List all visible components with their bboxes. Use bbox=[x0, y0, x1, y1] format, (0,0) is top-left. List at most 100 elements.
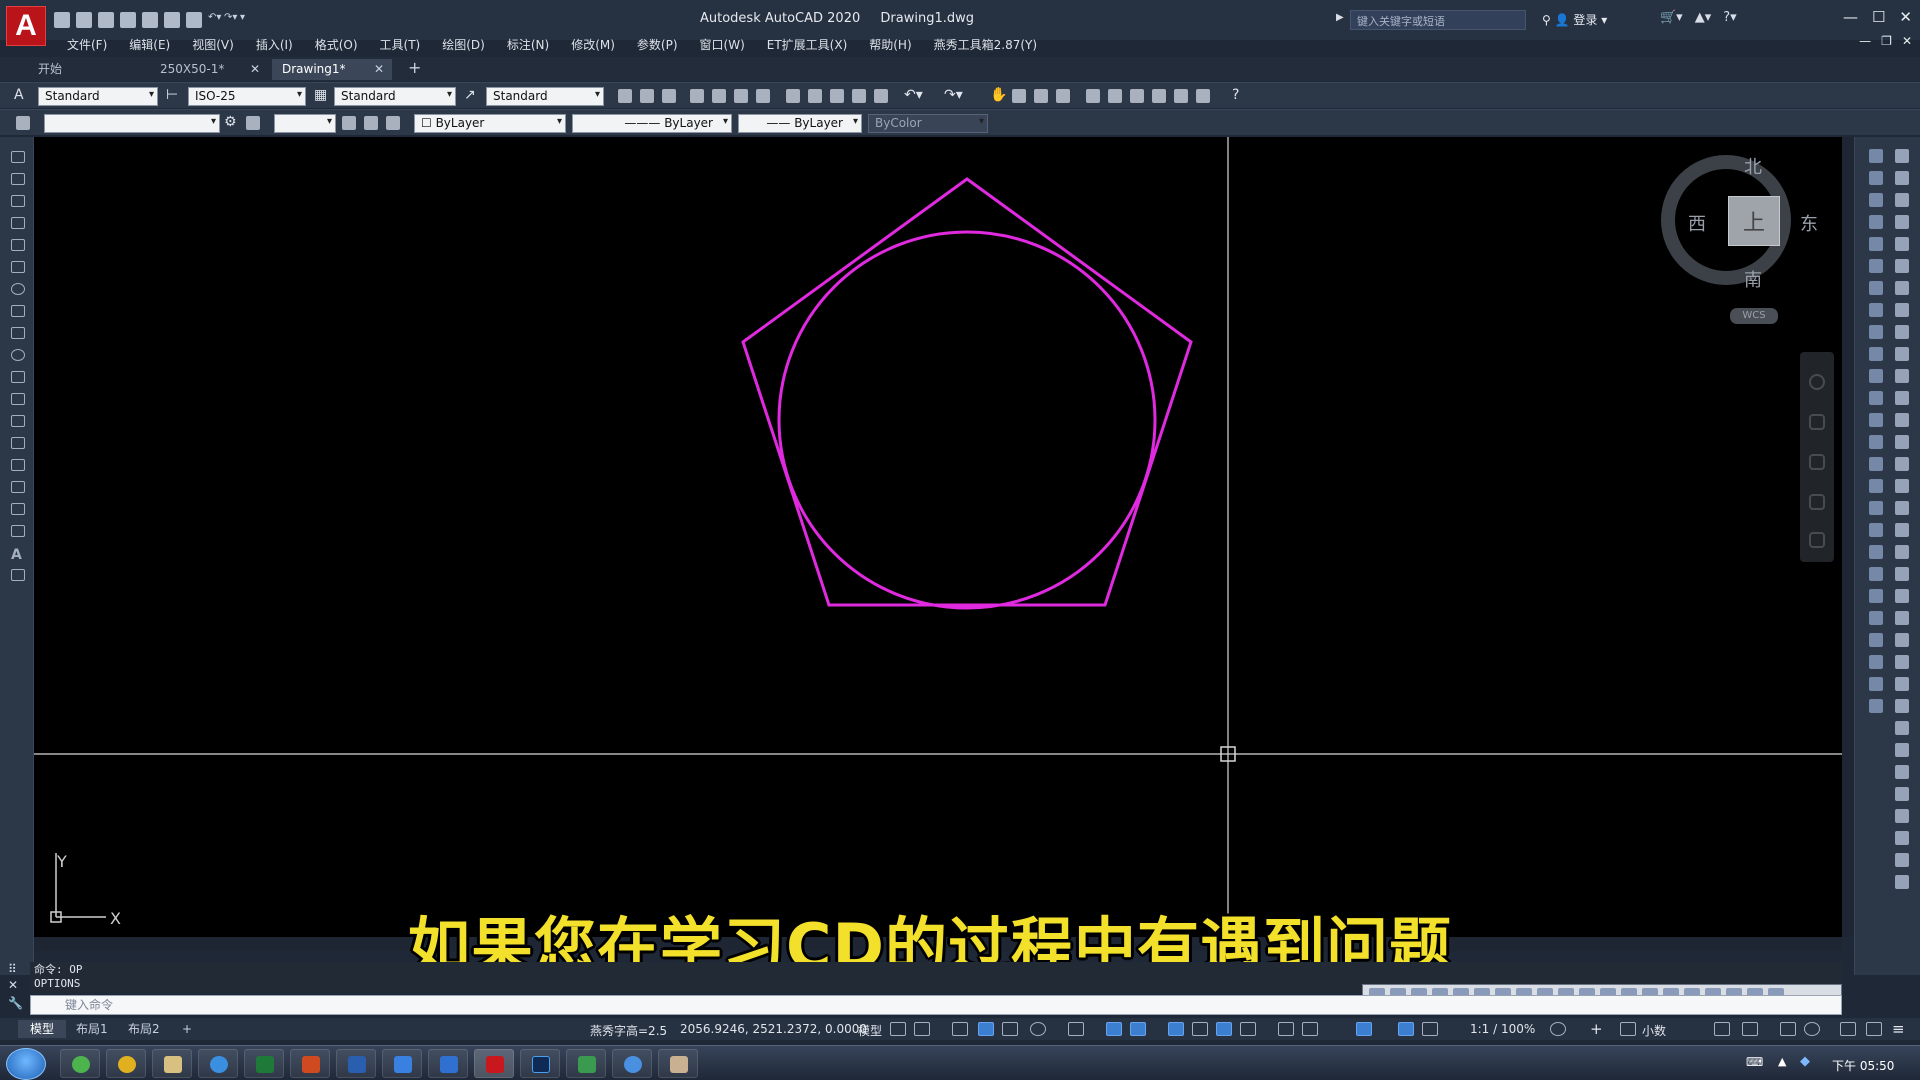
pan-icon[interactable] bbox=[1809, 414, 1825, 430]
linetype-dropdown[interactable]: ——— ByLayer bbox=[572, 114, 732, 133]
selection-cycling-icon[interactable] bbox=[1216, 1022, 1232, 1036]
design-center-icon[interactable] bbox=[1108, 89, 1122, 103]
pentagon-shape[interactable] bbox=[741, 177, 1193, 607]
break-icon[interactable] bbox=[1869, 413, 1883, 427]
search-expand-icon[interactable]: ▶ bbox=[1336, 12, 1344, 23]
fillet-icon[interactable] bbox=[1869, 479, 1883, 493]
yanxiu-tool-icon[interactable] bbox=[1895, 391, 1909, 405]
paste-icon[interactable] bbox=[830, 89, 844, 103]
match-icon[interactable] bbox=[1869, 567, 1883, 581]
yanxiu-tool-icon[interactable] bbox=[1895, 875, 1909, 889]
menu-help[interactable]: 帮助(H) bbox=[858, 36, 922, 56]
model-space-button[interactable]: 模型 bbox=[858, 1022, 882, 1039]
yanxiu-tool-icon[interactable] bbox=[1895, 281, 1909, 295]
showmotion-icon[interactable] bbox=[1809, 532, 1825, 548]
table-style-icon[interactable]: ▦ bbox=[314, 87, 327, 103]
menu-view[interactable]: 视图(V) bbox=[181, 36, 245, 56]
layer-properties-icon[interactable] bbox=[16, 116, 30, 130]
tab-layout2[interactable]: 布局2 bbox=[116, 1020, 172, 1038]
line-icon[interactable] bbox=[11, 151, 25, 163]
yanxiu-tool-icon[interactable] bbox=[1895, 413, 1909, 427]
join-icon[interactable] bbox=[1869, 435, 1883, 449]
yanxiu-tool-icon[interactable] bbox=[1895, 699, 1909, 713]
taskbar-app-autocad[interactable] bbox=[474, 1049, 514, 1078]
taskbar-app-explorer[interactable] bbox=[152, 1049, 192, 1078]
chamfer-icon[interactable] bbox=[1869, 457, 1883, 471]
color-dropdown[interactable]: ☐ ByLayer bbox=[414, 114, 566, 133]
coordinates-readout[interactable]: 2056.9246, 2521.2372, 0.0000 bbox=[680, 1022, 867, 1036]
move-icon[interactable] bbox=[1869, 259, 1883, 273]
lineweight-icon[interactable] bbox=[1168, 1022, 1184, 1036]
search-input[interactable]: 键入关键字或短语 bbox=[1350, 10, 1526, 30]
snap-icon[interactable] bbox=[914, 1022, 930, 1036]
menu-parametric[interactable]: 参数(P) bbox=[626, 36, 689, 56]
vertical-scrollbar[interactable] bbox=[1842, 137, 1854, 937]
units-dropdown[interactable]: 小数 bbox=[1642, 1022, 1666, 1039]
chevron-down-icon[interactable]: ▾ bbox=[1601, 13, 1607, 27]
text-style-icon[interactable]: A bbox=[14, 87, 24, 103]
taskbar-app-feather[interactable] bbox=[382, 1049, 422, 1078]
tab-model[interactable]: 模型 bbox=[18, 1020, 67, 1038]
orbit-icon[interactable] bbox=[1809, 494, 1825, 510]
block-editor-icon[interactable] bbox=[874, 89, 888, 103]
tool-palettes-icon[interactable] bbox=[1130, 89, 1144, 103]
maximize-icon[interactable]: ☐ bbox=[1872, 8, 1885, 26]
blend-icon[interactable] bbox=[1869, 501, 1883, 515]
yanxiu-tool-icon[interactable] bbox=[1895, 677, 1909, 691]
polygon-icon[interactable] bbox=[11, 217, 25, 229]
quickcalc-icon[interactable] bbox=[1196, 89, 1210, 103]
text-style-dropdown[interactable]: Standard bbox=[38, 87, 158, 106]
help-icon[interactable]: ?▾ bbox=[1723, 10, 1736, 25]
yanxiu-tool-icon[interactable] bbox=[1895, 501, 1909, 515]
grip-icon[interactable]: ⠿ bbox=[8, 962, 28, 976]
menu-yanxiu-tools[interactable]: 燕秀工具箱2.87(Y) bbox=[923, 36, 1048, 56]
group-icon[interactable] bbox=[1869, 589, 1883, 603]
yanxiu-tool-icon[interactable] bbox=[1895, 193, 1909, 207]
rotate-icon[interactable] bbox=[1869, 281, 1883, 295]
gizmo-icon[interactable] bbox=[1356, 1022, 1372, 1036]
3d-osnap-icon[interactable] bbox=[1240, 1022, 1256, 1036]
yanxiu-tool-icon[interactable] bbox=[1895, 809, 1909, 823]
redo-icon[interactable]: ↷▾ bbox=[944, 87, 963, 103]
polyline-icon[interactable] bbox=[11, 195, 25, 207]
redo-icon[interactable]: ↷▾ bbox=[224, 12, 237, 28]
dim-style-icon[interactable]: ⊢ bbox=[166, 87, 178, 103]
array-icon[interactable] bbox=[1869, 237, 1883, 251]
compass-east-label[interactable]: 东 bbox=[1800, 210, 1818, 236]
transparency-icon[interactable] bbox=[1192, 1022, 1208, 1036]
close-icon[interactable]: ✕ bbox=[1899, 8, 1912, 26]
markup-icon[interactable] bbox=[1174, 89, 1188, 103]
tray-expand-icon[interactable]: ▲ bbox=[1778, 1055, 1786, 1068]
taskbar-app-browser[interactable] bbox=[612, 1049, 652, 1078]
steering-wheel-icon[interactable] bbox=[1809, 374, 1825, 390]
quick-properties-icon[interactable] bbox=[1714, 1022, 1730, 1036]
stretch-icon[interactable] bbox=[1869, 325, 1883, 339]
plot-icon[interactable] bbox=[690, 89, 704, 103]
open-from-web-icon[interactable] bbox=[142, 12, 158, 28]
viewcube-top-face[interactable]: 上 bbox=[1728, 196, 1780, 246]
save-as-icon[interactable] bbox=[120, 12, 136, 28]
taskbar-app-word[interactable] bbox=[336, 1049, 376, 1078]
application-menu-button[interactable]: A bbox=[6, 6, 46, 46]
circle-icon[interactable] bbox=[11, 283, 25, 295]
table-style-dropdown[interactable]: Standard bbox=[334, 87, 456, 106]
erase-icon[interactable] bbox=[1869, 149, 1883, 163]
yanxiu-tool-icon[interactable] bbox=[1895, 743, 1909, 757]
insert-block-icon[interactable] bbox=[11, 393, 25, 405]
annotation-visibility-icon[interactable] bbox=[1398, 1022, 1414, 1036]
new-tab-plus-icon[interactable]: + bbox=[408, 58, 421, 77]
layer-uniso-icon[interactable] bbox=[386, 116, 400, 130]
region-icon[interactable] bbox=[11, 503, 25, 515]
selection-filter-icon[interactable] bbox=[1302, 1022, 1318, 1036]
units-icon[interactable] bbox=[1869, 699, 1883, 713]
dynamic-ucs-icon[interactable] bbox=[1278, 1022, 1294, 1036]
taskbar-app-excel[interactable] bbox=[244, 1049, 284, 1078]
3d-dwf-icon[interactable] bbox=[756, 89, 770, 103]
taskbar-app-recorder[interactable] bbox=[566, 1049, 606, 1078]
menu-insert[interactable]: 插入(I) bbox=[245, 36, 304, 56]
draworder-icon[interactable] bbox=[1869, 633, 1883, 647]
make-block-icon[interactable] bbox=[11, 415, 25, 427]
open-icon[interactable] bbox=[76, 12, 92, 28]
point-icon[interactable] bbox=[11, 437, 25, 449]
yanxiu-tool-icon[interactable] bbox=[1895, 721, 1909, 735]
